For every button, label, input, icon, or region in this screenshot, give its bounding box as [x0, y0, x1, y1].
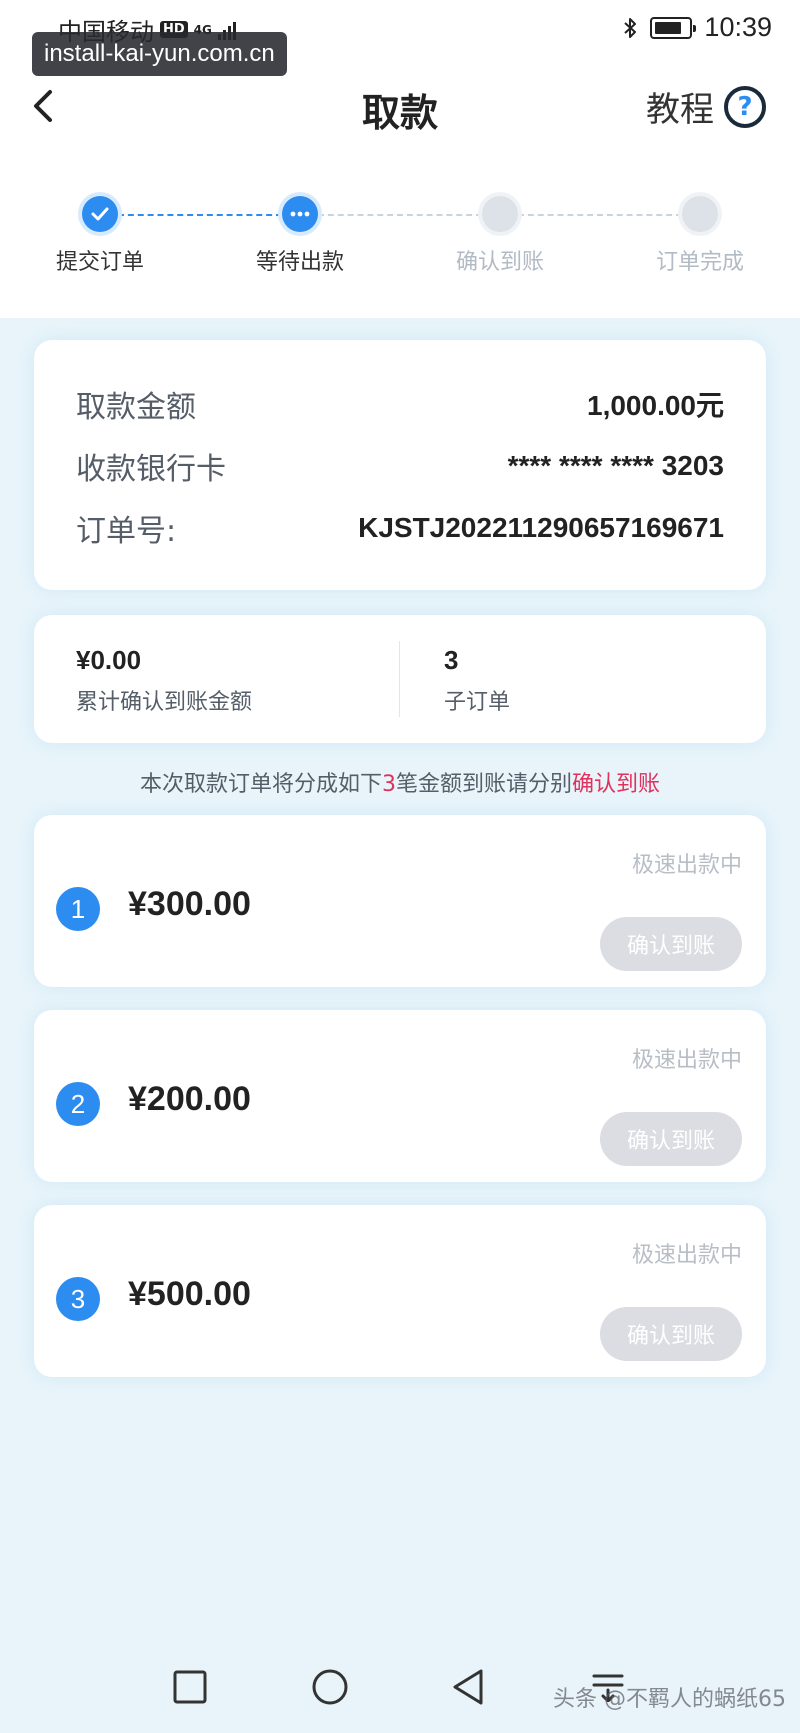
sub-order-amount: ¥500.00 — [128, 1275, 251, 1313]
bank-card-value: **** **** **** 3203 — [507, 450, 724, 481]
bank-card-row: 收款银行卡 **** **** **** 3203 — [76, 444, 724, 488]
confirmed-amount-value: ¥0.00 — [76, 645, 142, 675]
step-label: 订单完成 — [655, 250, 744, 275]
sub-order-card: 1 ¥300.00 极速出款中 确认到账 — [34, 815, 766, 987]
confirm-receipt-button[interactable]: 确认到账 — [600, 917, 742, 971]
confirmed-amount-block: ¥0.00 累计确认到账金额 — [76, 645, 252, 716]
recent-apps-button[interactable] — [168, 1665, 212, 1709]
step-order-complete: 订单完成 — [620, 194, 780, 276]
home-button[interactable] — [308, 1665, 352, 1709]
sub-order-index: 3 — [56, 1277, 100, 1321]
bank-card-label: 收款银行卡 — [76, 452, 226, 487]
amount-row: 取款金额 1,000.00元 — [76, 382, 724, 426]
battery-icon — [650, 16, 697, 39]
notice-count: 3 — [381, 772, 396, 797]
sub-order-count-label: 子订单 — [444, 690, 511, 715]
square-icon — [173, 1670, 207, 1704]
sub-order-index: 2 — [56, 1082, 100, 1126]
status-right: 10:39 — [622, 12, 772, 43]
check-icon — [82, 196, 118, 232]
step-label: 确认到账 — [455, 250, 544, 275]
tutorial-button[interactable]: 教程 ? — [646, 82, 766, 131]
step-awaiting-payout: 等待出款 — [220, 194, 380, 276]
back-button[interactable] — [446, 1665, 490, 1709]
step-submit-order: 提交订单 — [20, 194, 180, 276]
pending-dot-icon — [682, 196, 718, 232]
amount-value: 1,000.00元 — [587, 390, 724, 421]
step-label: 提交订单 — [55, 250, 144, 275]
split-notice: 本次取款订单将分成如下3笔金额到账请分别确认到账 — [0, 766, 800, 798]
sub-order-status: 极速出款中 — [631, 1243, 742, 1268]
confirm-receipt-button[interactable]: 确认到账 — [600, 1307, 742, 1361]
sub-order-amount: ¥300.00 — [128, 885, 251, 923]
step-label: 等待出款 — [255, 250, 344, 275]
help-icon: ? — [724, 85, 766, 128]
notice-text: 笔金额到账请分别 — [395, 772, 572, 797]
sub-order-status: 极速出款中 — [631, 853, 742, 878]
sub-order-count-block: 3 子订单 — [444, 645, 510, 716]
order-number-label: 订单号: — [76, 514, 177, 549]
bluetooth-icon — [624, 17, 637, 38]
notice-text: 本次取款订单将分成如下 — [139, 772, 382, 797]
ellipsis-icon — [282, 196, 318, 232]
sub-order-amount: ¥200.00 — [128, 1080, 251, 1118]
clock-text: 10:39 — [704, 12, 772, 42]
triangle-back-icon — [453, 1669, 483, 1705]
order-info-card: 取款金额 1,000.00元 收款银行卡 **** **** **** 3203… — [34, 340, 766, 590]
confirm-receipt-button[interactable]: 确认到账 — [600, 1112, 742, 1166]
step-confirm-receipt: 确认到账 — [420, 194, 580, 276]
sub-order-card: 3 ¥500.00 极速出款中 确认到账 — [34, 1205, 766, 1377]
amount-label: 取款金额 — [76, 390, 196, 425]
order-number-row: 订单号: KJSTJ20221129065716967​1 — [76, 506, 724, 550]
sub-order-card: 2 ¥200.00 极速出款中 确认到账 — [34, 1010, 766, 1182]
pending-dot-icon — [482, 196, 518, 232]
progress-steps: 提交订单 等待出款 确认到账 订单完成 — [0, 194, 800, 276]
divider — [399, 641, 400, 717]
system-nav-bar: 头条 @不羁人的蜗纸65 — [0, 1643, 800, 1733]
summary-card: ¥0.00 累计确认到账金额 3 子订单 — [34, 615, 766, 743]
confirmed-amount-label: 累计确认到账金额 — [76, 690, 253, 715]
url-overlay: install-kai-yun.com.cn — [32, 32, 287, 76]
sub-order-index: 1 — [56, 887, 100, 931]
order-number-value: KJSTJ20221129065716967​1 — [358, 512, 724, 543]
notice-action: 确认到账 — [572, 772, 661, 797]
circle-icon — [312, 1669, 348, 1705]
sub-order-count-value: 3 — [444, 645, 459, 675]
tutorial-label: 教程 — [646, 90, 714, 130]
watermark: 头条 @不羁人的蜗纸65 — [553, 1687, 786, 1712]
sub-order-status: 极速出款中 — [631, 1048, 742, 1073]
